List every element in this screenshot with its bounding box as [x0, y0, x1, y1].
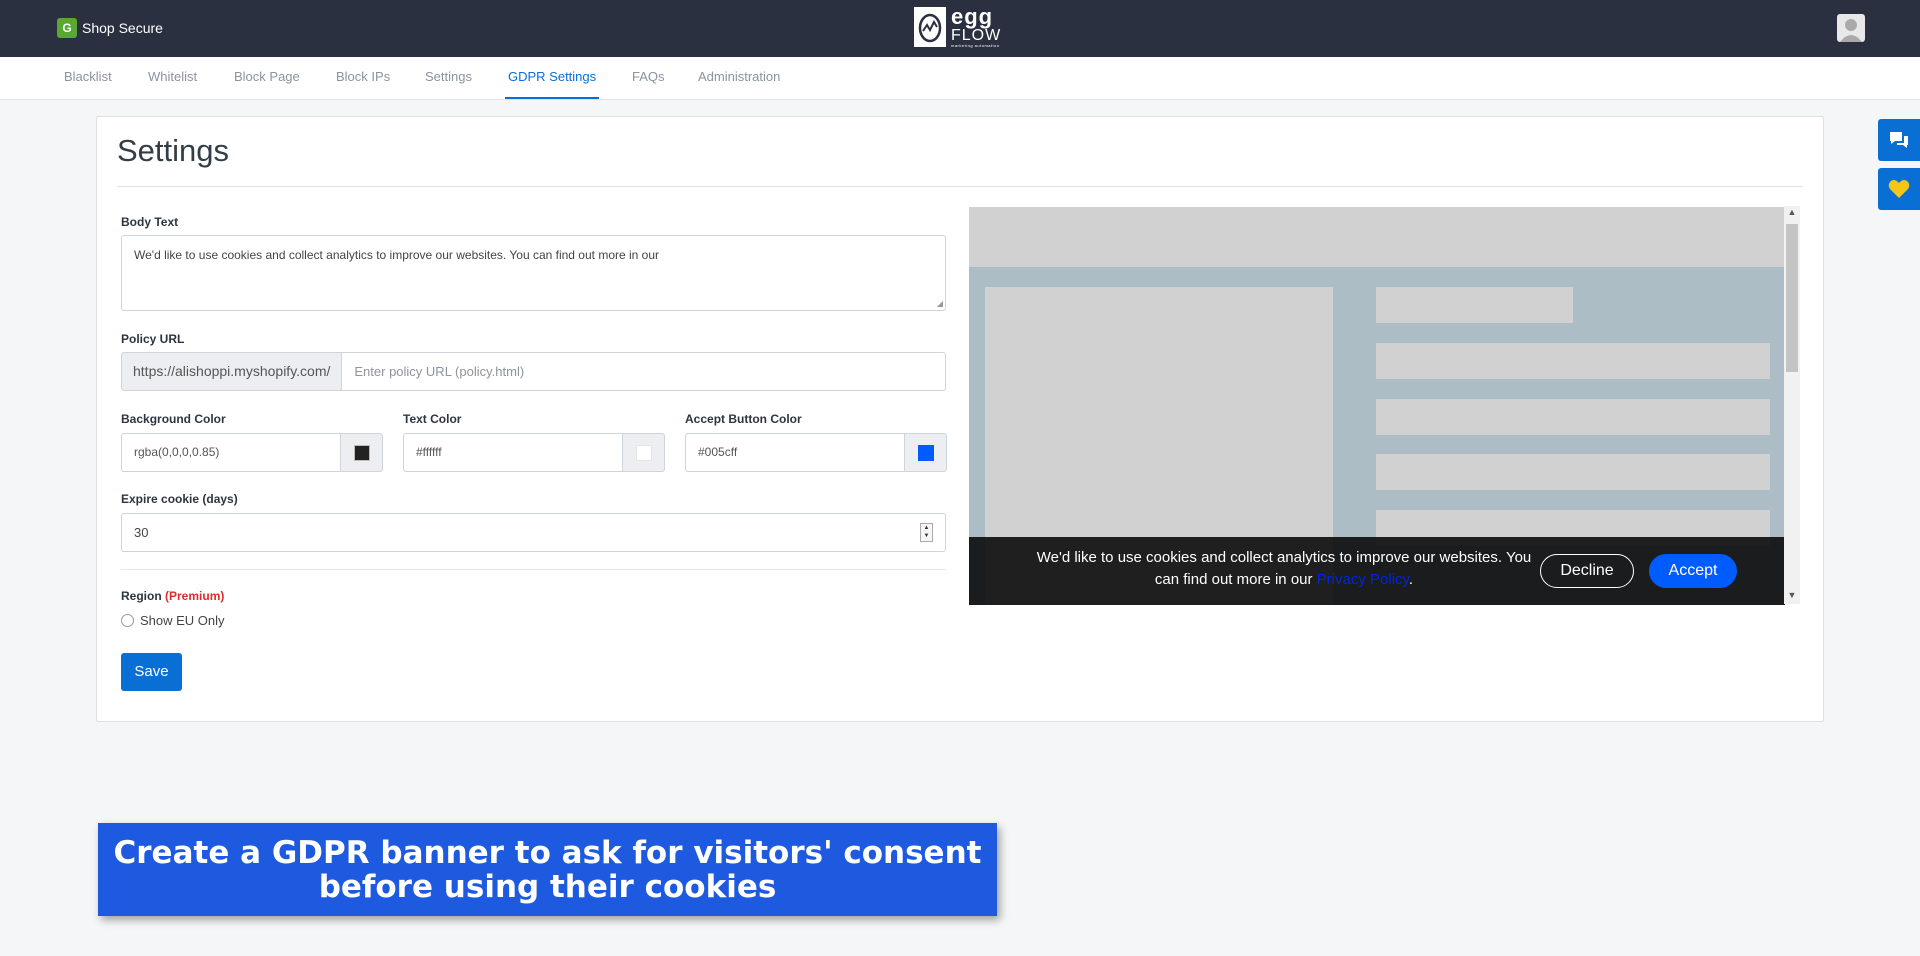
eggflow-logo: egg FLOW marketing automation	[914, 6, 1001, 48]
preview-header-placeholder	[969, 207, 1785, 267]
nav-tabs: Blacklist Whitelist Block Page Block IPs…	[0, 57, 1920, 100]
background-color-input[interactable]: rgba(0,0,0,0.85)	[121, 433, 341, 472]
text-color-input[interactable]: #ffffff	[403, 433, 623, 472]
shop-secure-logo-icon: G	[57, 18, 77, 38]
accept-button-color-picker[interactable]	[905, 433, 947, 472]
logo-line1: egg	[951, 4, 994, 29]
expire-cookie-input[interactable]: 30 ▲ ▼	[121, 513, 946, 552]
settings-card: Settings Body Text We'd like to use cook…	[96, 116, 1824, 722]
preview-line-placeholder	[1376, 399, 1770, 435]
tab-gdpr-settings[interactable]: GDPR Settings	[505, 57, 600, 99]
page-title: Settings	[117, 133, 230, 168]
preview-title-placeholder	[1376, 287, 1573, 323]
logo-tagline: marketing automation	[951, 43, 1000, 48]
banner-text: We'd like to use cookies and collect ana…	[1036, 549, 1532, 588]
policy-url-label: Policy URL	[121, 332, 185, 346]
resize-handle-icon[interactable]: ◢	[937, 299, 943, 308]
tab-blacklist[interactable]: Blacklist	[64, 57, 112, 99]
body-text-label: Body Text	[121, 215, 179, 229]
scroll-down-icon[interactable]: ▼	[1784, 590, 1800, 600]
tab-settings[interactable]: Settings	[425, 57, 472, 99]
show-eu-only-option[interactable]: Show EU Only	[121, 613, 225, 628]
preview-scrollbar[interactable]: ▲ ▼	[1784, 206, 1800, 604]
chat-icon	[1890, 132, 1908, 148]
expire-cookie-value: 30	[134, 525, 149, 540]
expire-cookie-label: Expire cookie (days)	[121, 492, 238, 506]
scroll-up-icon[interactable]: ▲	[1784, 207, 1800, 217]
accept-button-color-input[interactable]: #005cff	[685, 433, 905, 472]
premium-badge: (Premium)	[165, 589, 225, 603]
region-label: Region (Premium)	[121, 589, 224, 603]
favorite-button[interactable]	[1878, 168, 1920, 210]
region-label-text: Region	[121, 589, 162, 603]
logo-line2: FLOW	[951, 27, 1002, 44]
app-name: Shop Secure	[82, 20, 163, 36]
promo-line1: Create a GDPR banner to ask for visitors…	[113, 835, 982, 871]
title-divider	[117, 186, 1803, 187]
privacy-policy-link[interactable]: Privacy Policy	[1317, 571, 1409, 588]
show-eu-only-label: Show EU Only	[140, 613, 225, 628]
show-eu-only-radio[interactable]	[121, 614, 134, 627]
background-color-swatch	[353, 444, 370, 461]
save-button[interactable]: Save	[121, 653, 182, 691]
background-color-picker[interactable]	[341, 433, 383, 472]
accept-button-color-label: Accept Button Color	[685, 412, 802, 426]
app-brand[interactable]: G Shop Secure	[57, 18, 163, 38]
policy-url-input[interactable]: Enter policy URL (policy.html)	[342, 352, 946, 391]
text-color-group: #ffffff	[403, 433, 665, 472]
scrollbar-thumb[interactable]	[1786, 224, 1798, 372]
preview-line-placeholder	[1376, 454, 1770, 490]
text-color-swatch	[635, 444, 652, 461]
heart-icon	[1888, 180, 1910, 198]
user-avatar[interactable]	[1837, 14, 1865, 42]
policy-url-prefix: https://alishoppi.myshopify.com/	[121, 352, 343, 391]
accept-button-color-swatch	[917, 444, 934, 461]
text-color-label: Text Color	[403, 412, 462, 426]
body-text-value: We'd like to use cookies and collect ana…	[134, 248, 660, 262]
body-text-textarea[interactable]: We'd like to use cookies and collect ana…	[121, 235, 946, 311]
top-bar: G Shop Secure egg FLOW marketing automat…	[0, 0, 1920, 57]
tab-block-ips[interactable]: Block IPs	[336, 57, 390, 99]
number-spinner-icon[interactable]: ▲ ▼	[920, 523, 933, 542]
banner-message: We'd like to use cookies and collect ana…	[1036, 549, 1532, 588]
tab-whitelist[interactable]: Whitelist	[148, 57, 197, 99]
preview-line-placeholder	[1376, 343, 1770, 379]
promo-line2: before using their cookies	[318, 869, 777, 905]
egg-icon	[914, 7, 946, 47]
background-color-label: Background Color	[121, 412, 226, 426]
text-color-picker[interactable]	[623, 433, 665, 472]
form-divider	[121, 569, 946, 570]
gdpr-cookie-banner: We'd like to use cookies and collect ana…	[969, 537, 1785, 605]
chat-button[interactable]	[1878, 119, 1920, 161]
accept-button[interactable]: Accept	[1649, 554, 1737, 588]
promo-caption: Create a GDPR banner to ask for visitors…	[98, 823, 997, 916]
accept-button-color-group: #005cff	[685, 433, 947, 472]
tab-administration[interactable]: Administration	[698, 57, 780, 99]
policy-url-group: https://alishoppi.myshopify.com/ Enter p…	[121, 352, 946, 391]
background-color-group: rgba(0,0,0,0.85)	[121, 433, 383, 472]
tab-block-page[interactable]: Block Page	[234, 57, 300, 99]
tab-faqs[interactable]: FAQs	[632, 57, 665, 99]
banner-preview: We'd like to use cookies and collect ana…	[969, 207, 1785, 605]
decline-button[interactable]: Decline	[1540, 554, 1634, 588]
